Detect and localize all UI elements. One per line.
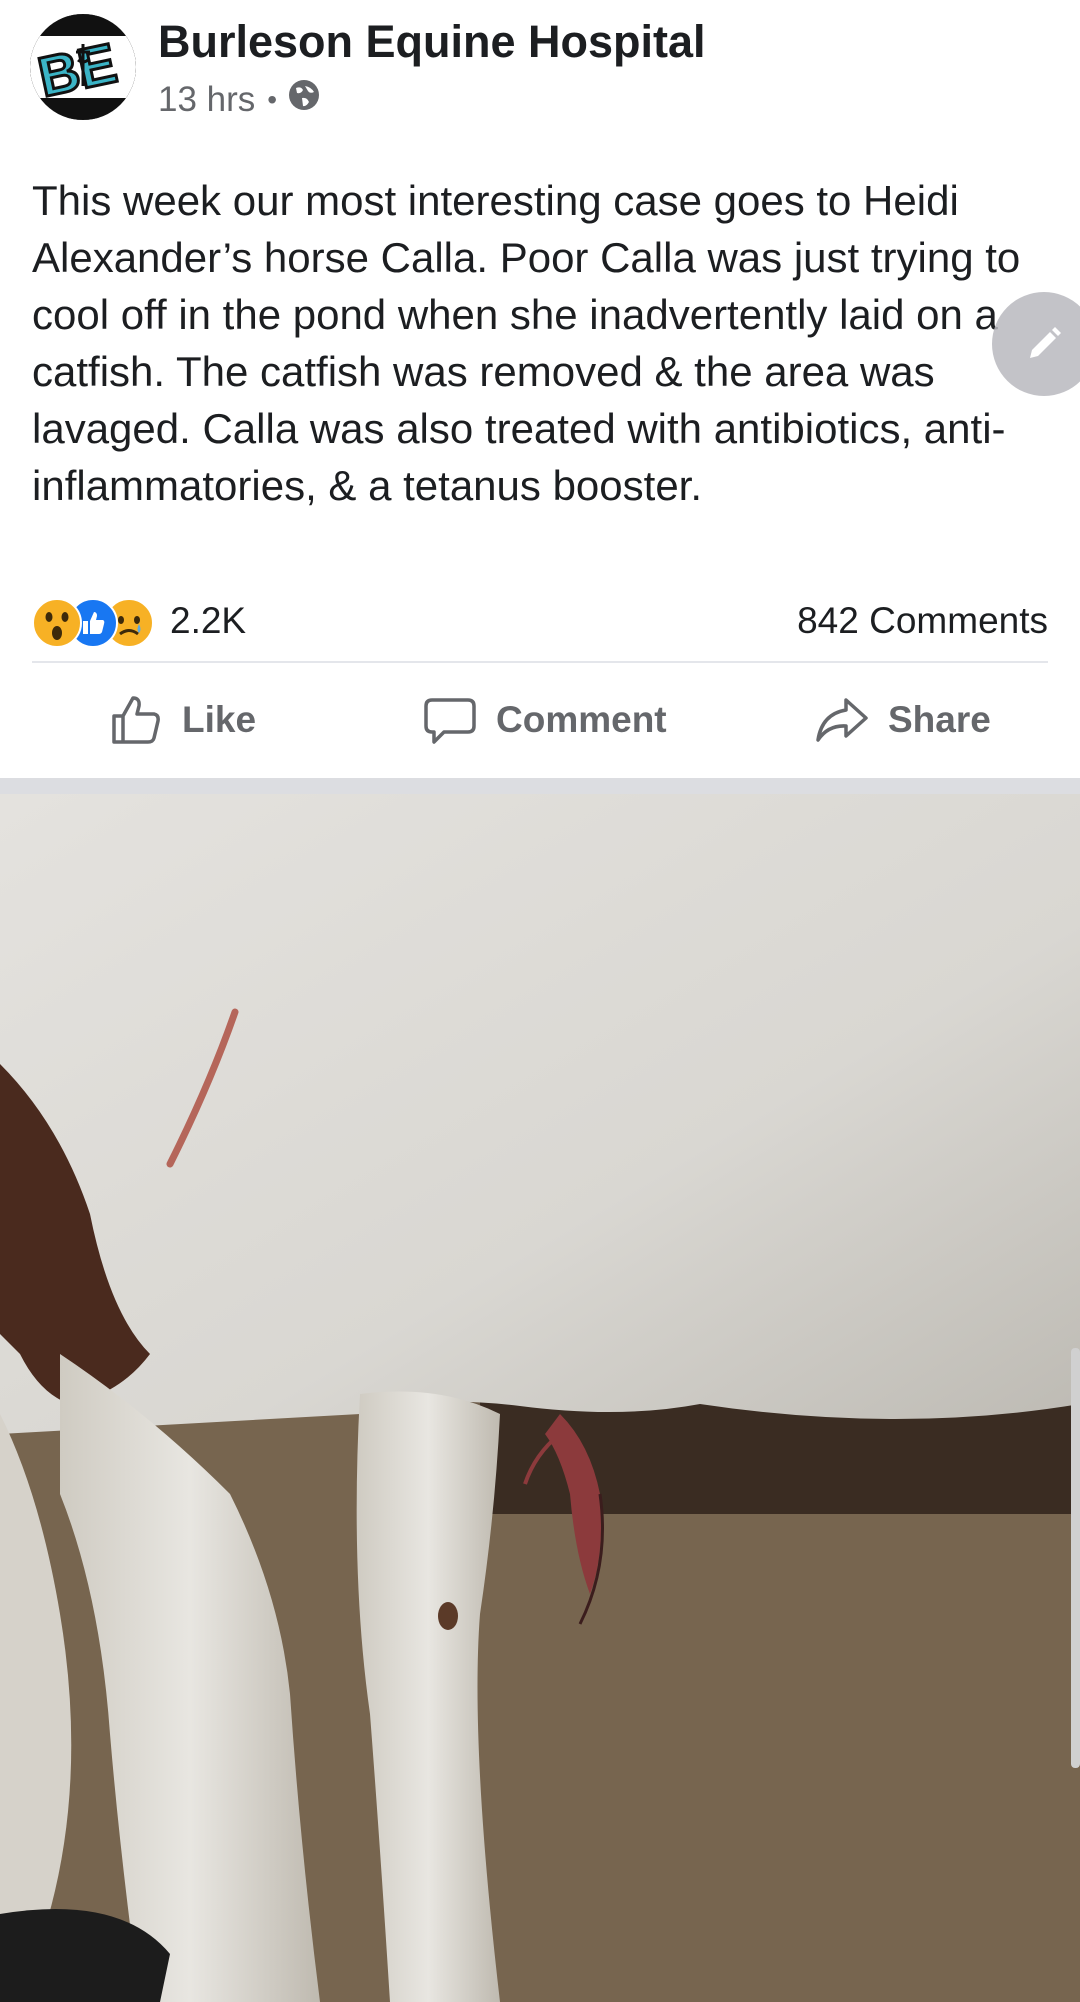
reactions-summary[interactable]: 2.2K 842 Comments xyxy=(32,594,1048,650)
share-button[interactable]: Share xyxy=(814,692,991,748)
avatar[interactable]: BE xyxy=(30,14,136,120)
post-time[interactable]: 13 hrs xyxy=(158,80,255,120)
globe-icon xyxy=(287,78,321,121)
comment-label: Comment xyxy=(496,699,667,740)
wow-reaction-icon xyxy=(32,598,82,648)
comments-count[interactable]: 842 Comments xyxy=(797,600,1048,642)
like-label: Like xyxy=(182,699,257,740)
share-arrow-icon xyxy=(816,698,868,742)
post-text: This week our most interesting case goes… xyxy=(32,177,1021,509)
divider xyxy=(32,661,1048,663)
horse-photo xyxy=(0,794,1080,2002)
action-bar: Like Comment Share xyxy=(0,664,1080,776)
hospital-logo-icon: BE xyxy=(30,14,136,120)
meta-separator: • xyxy=(267,83,278,115)
page-name[interactable]: Burleson Equine Hospital xyxy=(158,16,706,68)
scrollbar[interactable] xyxy=(1071,1348,1080,1768)
post-header: BE Burleson Equine Hospital 13 hrs • xyxy=(0,0,1080,140)
comment-icon xyxy=(424,698,476,744)
post-meta: 13 hrs • xyxy=(158,78,321,121)
like-button[interactable]: Like xyxy=(108,692,256,748)
reaction-count[interactable]: 2.2K xyxy=(170,600,246,642)
feed-separator xyxy=(0,778,1080,794)
thumbs-up-icon xyxy=(112,696,160,744)
share-label: Share xyxy=(888,699,991,740)
comment-button[interactable]: Comment xyxy=(422,692,667,748)
pencil-icon xyxy=(1030,327,1061,358)
post-photo[interactable] xyxy=(0,794,1080,2002)
